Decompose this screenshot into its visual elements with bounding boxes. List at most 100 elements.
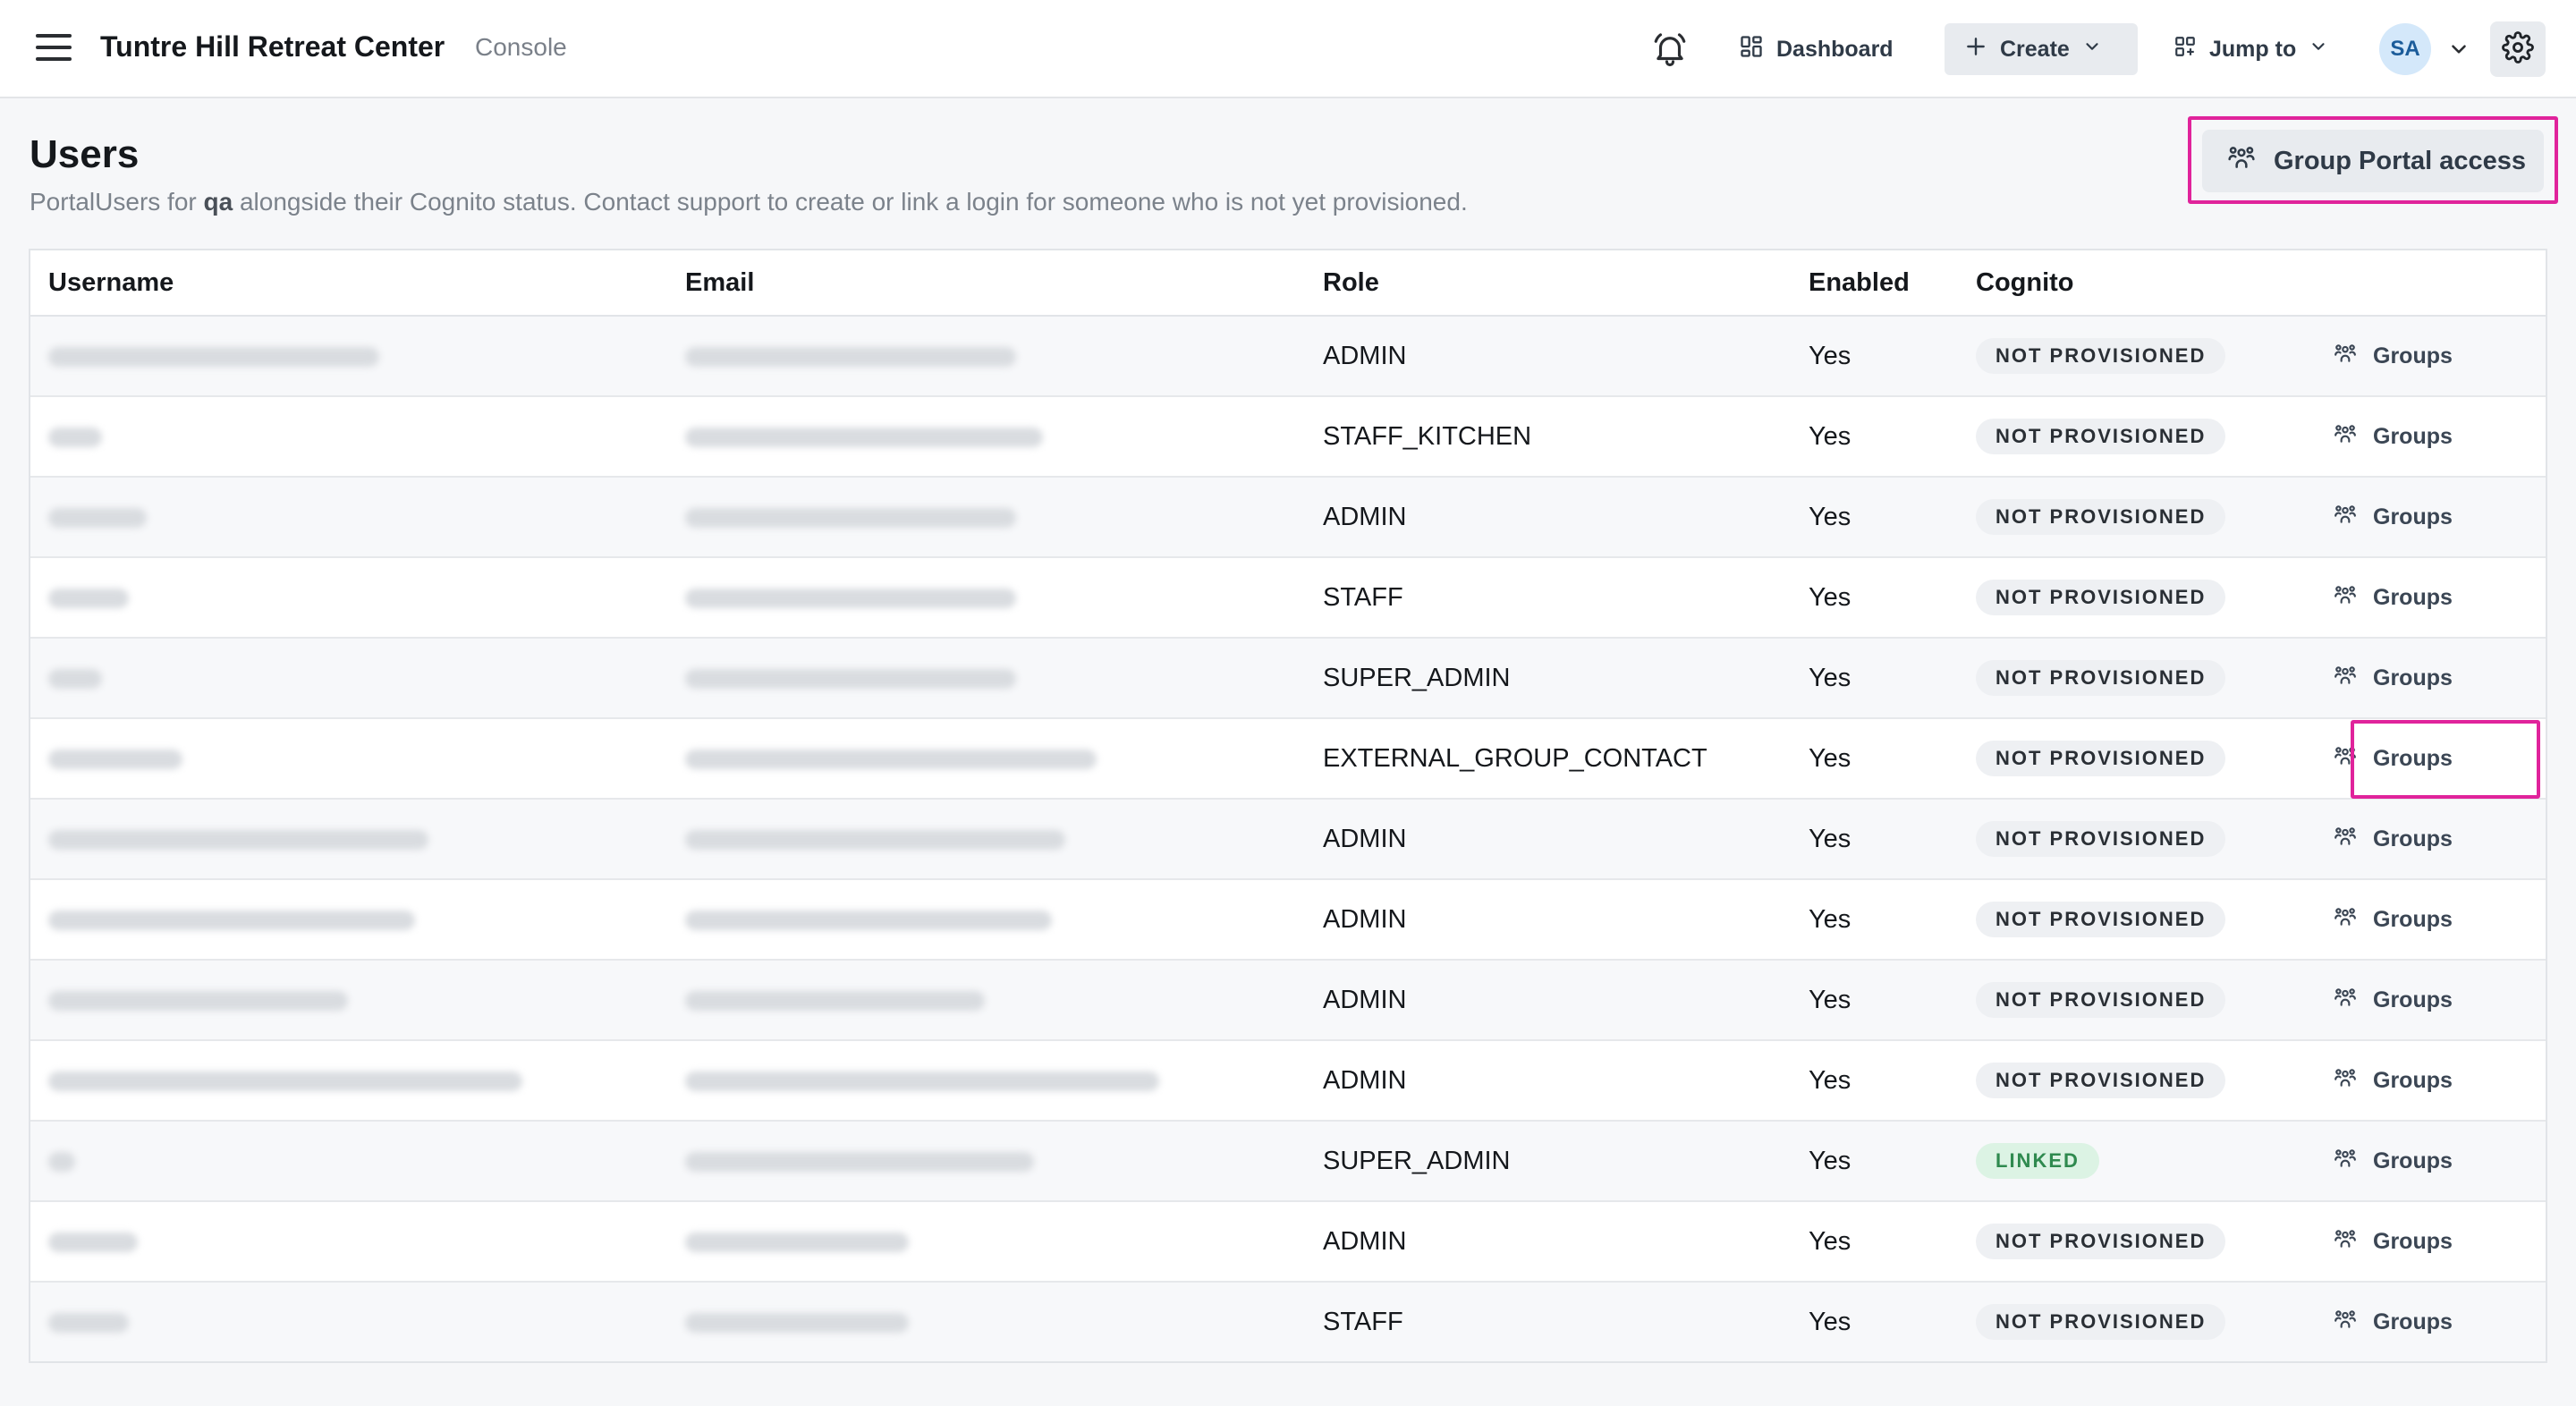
app-subtitle: Console (475, 33, 567, 61)
cell-actions: Groups (2316, 557, 2546, 639)
group-portal-access-button[interactable]: Group Portal access (2202, 130, 2544, 192)
cell-cognito: NOT PROVISIONED (1958, 396, 2316, 478)
group-icon (2334, 825, 2357, 854)
cell-role: SUPER_ADMIN (1305, 638, 1791, 719)
cell-username (30, 316, 667, 397)
dashboard-button[interactable]: Dashboard (1739, 23, 1894, 75)
groups-button[interactable]: Groups (2334, 342, 2546, 371)
status-badge: NOT PROVISIONED (1976, 1063, 2226, 1098)
cell-actions: Groups (2316, 960, 2546, 1041)
settings-button[interactable] (2490, 21, 2546, 77)
groups-label: Groups (2373, 906, 2453, 932)
cell-username (30, 799, 667, 880)
cell-enabled: Yes (1791, 396, 1958, 478)
groups-label: Groups (2373, 1148, 2453, 1173)
column-header-actions (2316, 250, 2546, 317)
table-row: ADMIN Yes NOT PROVISIONED Groups (30, 879, 2546, 961)
status-badge: NOT PROVISIONED (1976, 338, 2226, 374)
cell-email (667, 1282, 1305, 1361)
groups-button[interactable]: Groups (2334, 1147, 2546, 1176)
cell-username (30, 1121, 667, 1202)
group-icon (2334, 744, 2357, 774)
table-row: ADMIN Yes NOT PROVISIONED Groups (30, 477, 2546, 558)
create-button[interactable]: Create (1945, 23, 2138, 75)
cell-role: STAFF_KITCHEN (1305, 396, 1791, 478)
redacted-email (685, 668, 1016, 689)
redacted-email (685, 346, 1016, 367)
table-row: SUPER_ADMIN Yes NOT PROVISIONED Groups (30, 638, 2546, 719)
cell-email (667, 879, 1305, 961)
redacted-username (48, 427, 102, 447)
groups-button[interactable]: Groups (2334, 583, 2546, 613)
cell-enabled: Yes (1791, 316, 1958, 397)
redacted-email (685, 749, 1097, 769)
redacted-username (48, 1151, 75, 1172)
table-row: ADMIN Yes NOT PROVISIONED Groups (30, 316, 2546, 397)
groups-button[interactable]: Groups (2334, 744, 2546, 774)
cell-enabled: Yes (1791, 1121, 1958, 1202)
cell-cognito: NOT PROVISIONED (1958, 1201, 2316, 1283)
status-badge: NOT PROVISIONED (1976, 419, 2226, 454)
cell-email (667, 718, 1305, 800)
table-row: EXTERNAL_GROUP_CONTACT Yes NOT PROVISIONED… (30, 718, 2546, 800)
groups-button[interactable]: Groups (2334, 422, 2546, 452)
redacted-username (48, 910, 415, 930)
cell-cognito: NOT PROVISIONED (1958, 1282, 2316, 1361)
status-badge: NOT PROVISIONED (1976, 821, 2226, 857)
status-badge: NOT PROVISIONED (1976, 902, 2226, 937)
redacted-email (685, 507, 1016, 528)
groups-button[interactable]: Groups (2334, 1066, 2546, 1096)
groups-button[interactable]: Groups (2334, 986, 2546, 1015)
cell-actions: Groups (2316, 718, 2546, 800)
groups-button[interactable]: Groups (2334, 905, 2546, 935)
table-row: STAFF Yes NOT PROVISIONED Groups (30, 557, 2546, 639)
redacted-username (48, 749, 182, 769)
cell-email (667, 477, 1305, 558)
groups-button[interactable]: Groups (2334, 664, 2546, 693)
status-badge: NOT PROVISIONED (1976, 1224, 2226, 1259)
group-icon (2334, 503, 2357, 532)
column-header-email: Email (667, 250, 1305, 317)
redacted-email (685, 990, 985, 1011)
avatar[interactable]: SA (2379, 23, 2431, 75)
groups-label: Groups (2373, 745, 2453, 771)
group-icon (2334, 1308, 2357, 1337)
cell-enabled: Yes (1791, 799, 1958, 880)
cell-username (30, 477, 667, 558)
column-header-cognito: Cognito (1958, 250, 2316, 317)
redacted-email (685, 910, 1052, 930)
cell-enabled: Yes (1791, 718, 1958, 800)
cell-username (30, 638, 667, 719)
status-badge: NOT PROVISIONED (1976, 741, 2226, 776)
groups-label: Groups (2373, 1309, 2453, 1334)
chevron-down-icon[interactable] (2447, 38, 2470, 61)
cell-email (667, 557, 1305, 639)
cell-cognito: NOT PROVISIONED (1958, 718, 2316, 800)
bell-icon[interactable] (1651, 30, 1689, 68)
table-row: ADMIN Yes NOT PROVISIONED Groups (30, 960, 2546, 1041)
status-badge: NOT PROVISIONED (1976, 580, 2226, 615)
group-icon (2334, 422, 2357, 452)
group-icon (2334, 986, 2357, 1015)
menu-icon[interactable] (36, 34, 72, 63)
cell-actions: Groups (2316, 316, 2546, 397)
column-header-enabled: Enabled (1791, 250, 1958, 317)
status-badge: NOT PROVISIONED (1976, 982, 2226, 1018)
cell-cognito: NOT PROVISIONED (1958, 799, 2316, 880)
groups-button[interactable]: Groups (2334, 1227, 2546, 1257)
cell-enabled: Yes (1791, 879, 1958, 961)
cell-email (667, 960, 1305, 1041)
jump-to-button[interactable]: Jump to (2174, 23, 2328, 75)
cell-role: ADMIN (1305, 477, 1791, 558)
page-description: PortalUsers for qa alongside their Cogni… (30, 188, 1468, 216)
group-icon (2227, 143, 2256, 179)
table-row: STAFF Yes NOT PROVISIONED Groups (30, 1282, 2546, 1361)
groups-button[interactable]: Groups (2334, 825, 2546, 854)
cell-enabled: Yes (1791, 1282, 1958, 1361)
group-icon (2334, 1066, 2357, 1096)
cell-email (667, 1121, 1305, 1202)
groups-button[interactable]: Groups (2334, 503, 2546, 532)
cell-enabled: Yes (1791, 638, 1958, 719)
cell-cognito: NOT PROVISIONED (1958, 960, 2316, 1041)
groups-button[interactable]: Groups (2334, 1308, 2546, 1337)
